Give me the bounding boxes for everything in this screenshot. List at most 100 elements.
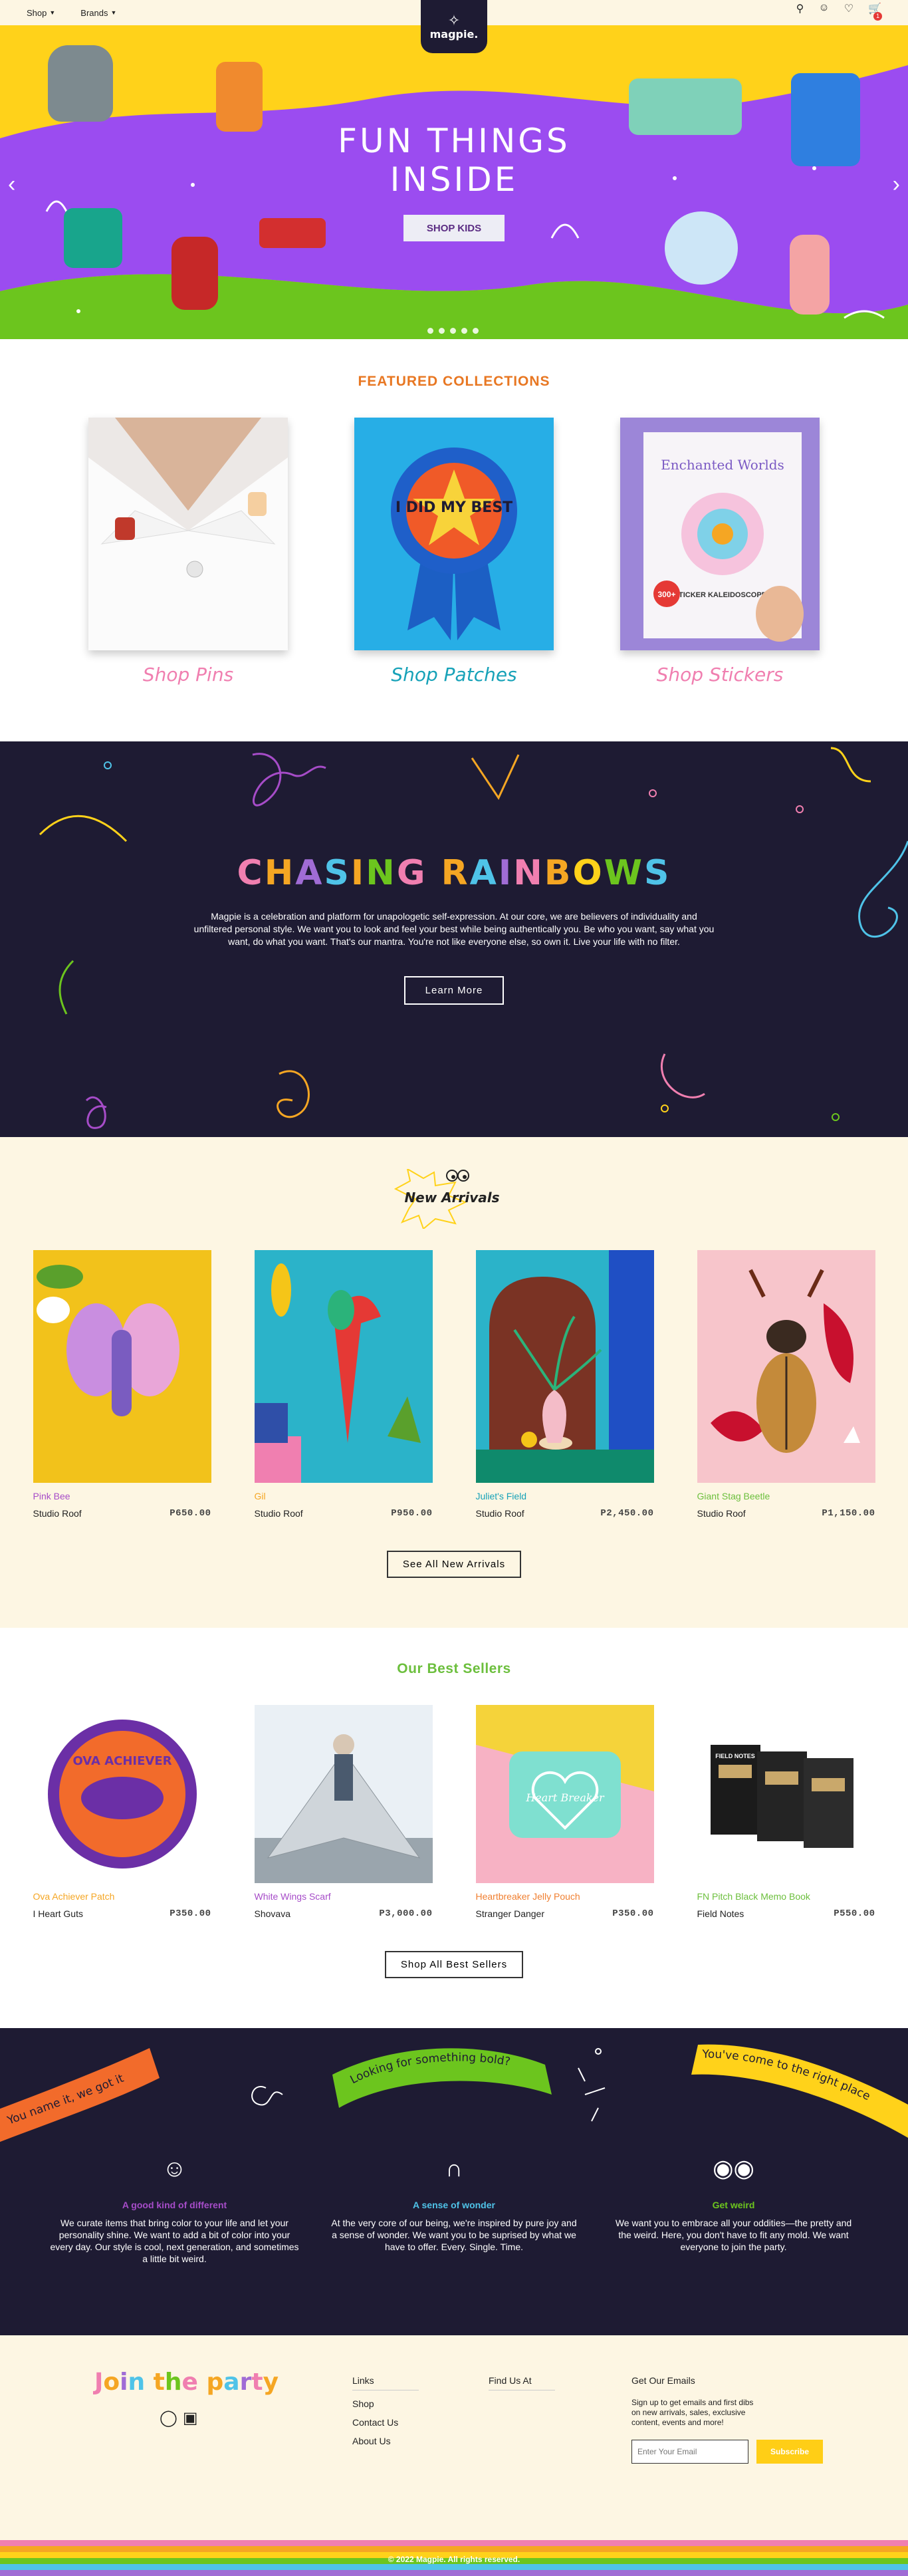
see-all-new-arrivals-button[interactable]: See All New Arrivals xyxy=(386,1551,522,1578)
title-letter: B xyxy=(544,853,573,893)
join-letter: r xyxy=(239,2369,252,2396)
slider-dot[interactable] xyxy=(473,328,479,334)
chevron-down-icon: ▼ xyxy=(110,9,117,16)
new-arrivals-title: New Arrivals xyxy=(404,1190,499,1206)
patch-text: I DID MY BEST xyxy=(396,499,512,516)
title-letter: S xyxy=(644,853,671,893)
main-nav: Shop ▼ Brands ▼ xyxy=(27,8,116,18)
googly-eyes-icon: ◉◉ xyxy=(713,2154,754,2182)
title-letter xyxy=(427,853,441,893)
product-name: Ova Achiever Patch xyxy=(33,1891,115,1902)
product-card[interactable]: FIELD NOTES FN Pitch Black Memo Book Fie… xyxy=(697,1705,875,1919)
product-name: FN Pitch Black Memo Book xyxy=(697,1891,810,1902)
product-price: P350.00 xyxy=(170,1908,211,1919)
email-input[interactable] xyxy=(631,2440,748,2464)
product-price: P950.00 xyxy=(391,1508,433,1519)
title-letter: W xyxy=(604,853,645,893)
product-vendor: Studio Roof xyxy=(33,1508,82,1519)
value-text: We curate items that bring color to your… xyxy=(50,2218,299,2264)
chevron-right-icon[interactable]: › xyxy=(893,172,900,197)
values-section: You name it, we got it Looking for somet… xyxy=(0,2028,908,2335)
collection-pins[interactable]: Shop Pins xyxy=(88,418,288,686)
hero-title-line2: INSIDE xyxy=(390,160,518,199)
join-letter: t xyxy=(153,2369,165,2396)
product-name: Giant Stag Beetle xyxy=(697,1491,770,1501)
smiley-icon: ☺ xyxy=(162,2154,187,2182)
learn-more-button[interactable]: Learn More xyxy=(403,976,505,1005)
product-name: Heartbreaker Jelly Pouch xyxy=(475,1891,580,1902)
footer-links: Links Shop Contact Us About Us xyxy=(352,2375,419,2446)
scarf-illustration xyxy=(254,1705,433,1883)
join-the-party-title: Join the party xyxy=(94,2369,279,2396)
collection-patches[interactable]: I DID MY BEST Shop Patches xyxy=(354,418,554,686)
title-letter: I xyxy=(498,853,514,893)
title-letter: A xyxy=(295,853,324,893)
product-name: Pink Bee xyxy=(33,1491,70,1501)
nav-brands[interactable]: Brands ▼ xyxy=(80,8,116,18)
subscribe-button[interactable]: Subscribe xyxy=(756,2440,823,2464)
logo-text: magpie. xyxy=(429,27,479,41)
footer-link-shop[interactable]: Shop xyxy=(352,2398,419,2409)
newsletter-form: Subscribe xyxy=(631,2440,823,2464)
product-card[interactable]: Heart Breaker Heartbreaker Jelly Pouch S… xyxy=(475,1705,654,1919)
product-card[interactable]: Pink Bee Studio Roof P650.00 xyxy=(33,1250,211,1519)
stripe xyxy=(0,2540,908,2546)
join-letter: n xyxy=(128,2369,146,2396)
header-actions: ⚲ ☺ ♡ 🛒 1 xyxy=(796,2,883,24)
product-meta: Studio Roof P950.00 xyxy=(255,1508,433,1519)
product-vendor: Studio Roof xyxy=(475,1508,524,1519)
wishlist-icon[interactable]: ♡ xyxy=(844,2,853,24)
product-card[interactable]: OVA ACHIEVER Ova Achiever Patch I Heart … xyxy=(33,1705,211,1919)
hero-banner: FUN THINGS INSIDE SHOP KIDS ‹ › xyxy=(0,25,908,339)
bird-icon: ✧ xyxy=(447,11,461,29)
product-price: P2,450.00 xyxy=(600,1508,654,1519)
values-columns: ☺ A good kind of different We curate ite… xyxy=(50,2154,858,2265)
slider-dot[interactable] xyxy=(427,328,433,334)
product-card[interactable]: White Wings Scarf Shovava P3,000.00 xyxy=(254,1705,433,1919)
instagram-icon[interactable]: ◯ xyxy=(160,2408,177,2428)
find-us: Find Us At xyxy=(489,2375,555,2390)
links-heading: Links xyxy=(352,2375,419,2390)
join-letter: a xyxy=(223,2369,240,2396)
nav-shop[interactable]: Shop ▼ xyxy=(27,8,55,18)
ribbon-patch-illustration: I DID MY BEST xyxy=(354,418,554,650)
stickers-image: Enchanted Worlds STICKER KALEIDOSCOPES 3… xyxy=(620,418,820,650)
product-vendor: I Heart Guts xyxy=(33,1908,83,1919)
slider-dot[interactable] xyxy=(461,328,467,334)
collar-illustration xyxy=(88,418,288,650)
slider-dot[interactable] xyxy=(450,328,456,334)
product-price: P3,000.00 xyxy=(379,1908,433,1919)
facebook-icon[interactable]: ▣ xyxy=(183,2408,198,2428)
newsletter-text: Sign up to get emails and first dibs on … xyxy=(631,2398,754,2427)
product-vendor: Field Notes xyxy=(697,1908,744,1919)
sticker-book-illustration: Enchanted Worlds STICKER KALEIDOSCOPES 3… xyxy=(620,418,820,650)
footer-link-about[interactable]: About Us xyxy=(352,2436,419,2446)
shop-all-best-sellers-button[interactable]: Shop All Best Sellers xyxy=(384,1951,524,1978)
product-card[interactable]: Giant Stag Beetle Studio Roof P1,150.00 xyxy=(697,1250,875,1519)
cart-icon[interactable]: 🛒 1 xyxy=(868,2,883,24)
account-icon[interactable]: ☺ xyxy=(818,2,829,24)
bee-illustration xyxy=(33,1250,211,1483)
pins-image xyxy=(88,418,288,650)
value-text: At the very core of our being, we're ins… xyxy=(331,2218,577,2252)
airplane-toy-image xyxy=(259,218,326,248)
slider-dot[interactable] xyxy=(439,328,445,334)
search-icon[interactable]: ⚲ xyxy=(796,2,804,24)
footer-link-contact[interactable]: Contact Us xyxy=(352,2417,419,2428)
about-text: Magpie is a celebration and platform for… xyxy=(193,911,715,947)
logo[interactable]: ✧ magpie. xyxy=(421,0,487,53)
collection-label: Shop Patches xyxy=(391,664,517,686)
chevron-left-icon[interactable]: ‹ xyxy=(8,172,15,197)
product-card[interactable]: Juliet's Field Studio Roof P2,450.00 xyxy=(475,1250,654,1519)
product-name: White Wings Scarf xyxy=(254,1891,331,1902)
best-sellers-title: Our Best Sellers xyxy=(397,1661,511,1676)
rainbow-icon: ∩ xyxy=(445,2154,463,2182)
product-meta: I Heart Guts P350.00 xyxy=(33,1908,211,1919)
collection-stickers[interactable]: Enchanted Worlds STICKER KALEIDOSCOPES 3… xyxy=(620,418,820,686)
patches-image: I DID MY BEST xyxy=(354,418,554,650)
title-letter: N xyxy=(513,853,544,893)
value-column: ∩ A sense of wonder At the very core of … xyxy=(330,2154,579,2265)
product-card[interactable]: Gil Studio Roof P950.00 xyxy=(254,1250,433,1519)
stripe xyxy=(0,2546,908,2552)
shop-kids-button[interactable]: SHOP KIDS xyxy=(403,215,505,241)
